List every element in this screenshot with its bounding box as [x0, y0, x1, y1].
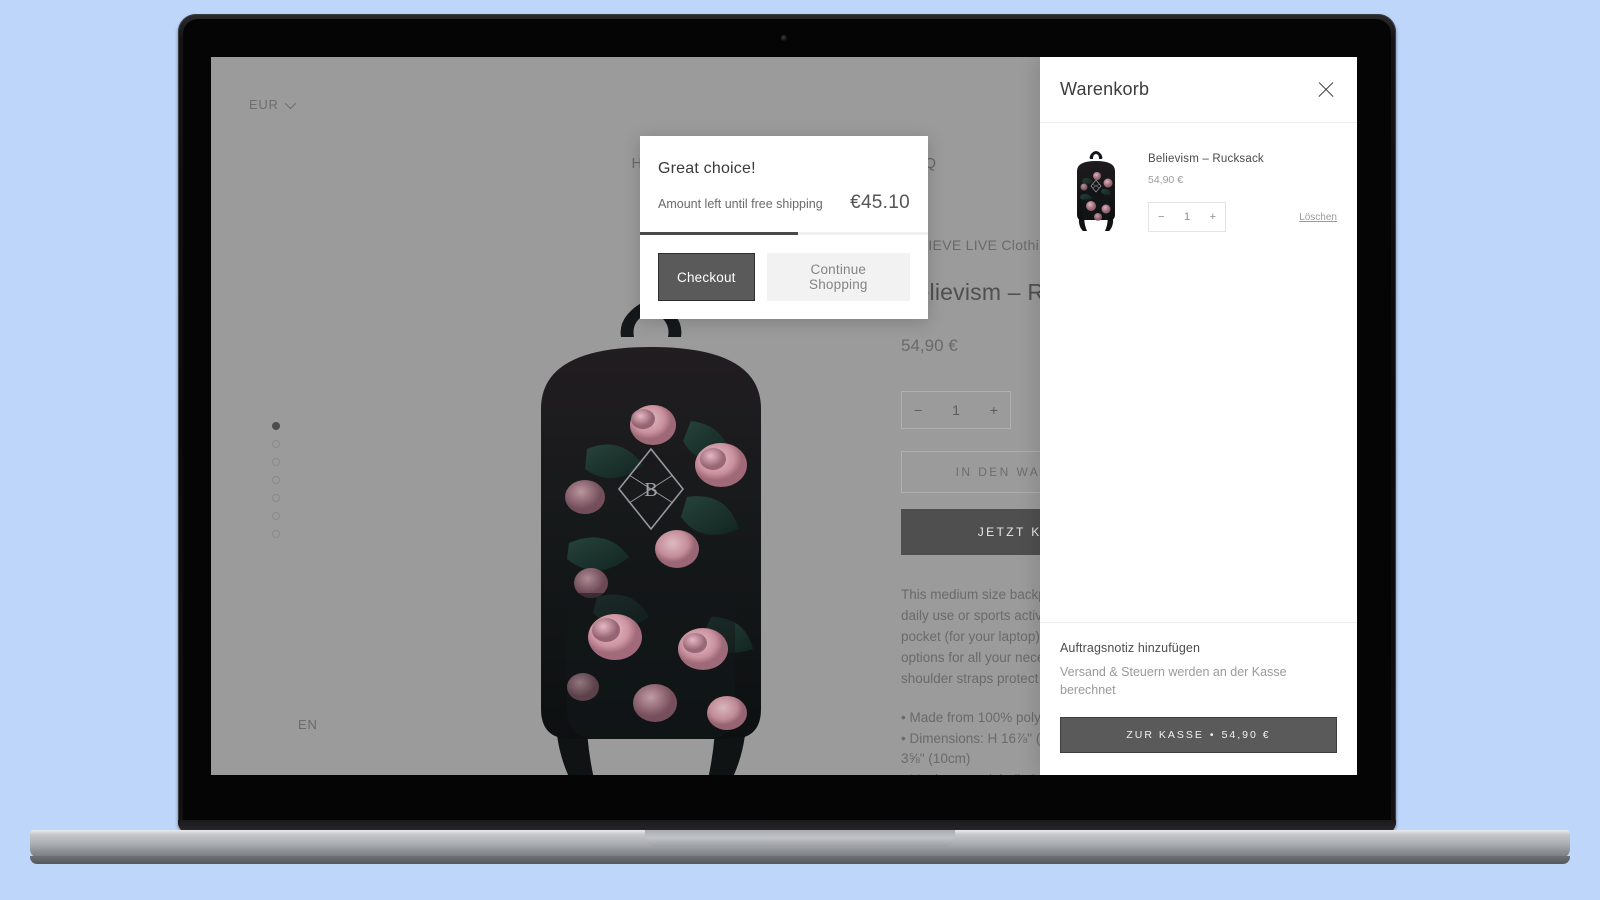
cart-drawer: Warenkorb Believism – Rucksack 54,90 € −…: [1040, 57, 1357, 775]
language-selector[interactable]: EN: [298, 717, 318, 732]
currency-selector[interactable]: EUR: [249, 97, 296, 112]
currency-label: EUR: [249, 97, 279, 112]
continue-shopping-button[interactable]: Continue Shopping: [766, 253, 910, 301]
carousel-dot[interactable]: [272, 458, 280, 466]
laptop-screen: EUR Hej FAQ: [211, 57, 1357, 775]
webcam-icon: [781, 35, 787, 41]
cart-quantity-stepper[interactable]: − 1 +: [1148, 202, 1226, 232]
checkout-button[interactable]: Checkout: [658, 253, 755, 301]
carousel-dots[interactable]: [272, 422, 280, 538]
free-shipping-label: Amount left until free shipping: [658, 197, 823, 211]
cart-item-controls: − 1 + Löschen: [1148, 202, 1337, 232]
cart-item: Believism – Rucksack 54,90 € − 1 + Lösch…: [1060, 145, 1337, 232]
cart-item-name[interactable]: Believism – Rucksack: [1148, 153, 1337, 165]
cart-item-thumbnail[interactable]: [1060, 145, 1132, 232]
modal-actions: Checkout Continue Shopping: [640, 235, 928, 319]
quantity-value: 1: [952, 402, 960, 418]
carousel-dot[interactable]: [272, 512, 280, 520]
cart-item-remove-link[interactable]: Löschen: [1299, 212, 1337, 223]
cart-header: Warenkorb: [1040, 57, 1357, 123]
free-shipping-amount: €45.10: [850, 192, 910, 213]
cart-checkout-total: 54,90 €: [1221, 729, 1271, 741]
cart-quantity-decrease-button[interactable]: −: [1158, 211, 1164, 223]
cart-checkout-separator: •: [1209, 729, 1216, 741]
quantity-increase-button[interactable]: +: [990, 402, 998, 418]
cart-footer: Auftragsnotiz hinzufügen Versand & Steue…: [1040, 621, 1357, 775]
carousel-dot[interactable]: [272, 440, 280, 448]
cart-quantity-increase-button[interactable]: +: [1210, 211, 1216, 223]
add-order-note-link[interactable]: Auftragsnotiz hinzufügen: [1060, 641, 1337, 655]
svg-text:B: B: [644, 479, 657, 501]
chevron-down-icon: [284, 97, 296, 109]
free-shipping-row: Amount left until free shipping €45.10: [640, 178, 928, 232]
laptop-mockup: EUR Hej FAQ: [0, 0, 1600, 900]
cart-item-price: 54,90 €: [1148, 174, 1184, 186]
backpack-thumbnail-graphic: [1077, 151, 1115, 232]
quantity-decrease-button[interactable]: −: [914, 402, 922, 418]
cart-items-list: Believism – Rucksack 54,90 € − 1 + Lösch…: [1040, 123, 1357, 622]
carousel-dot[interactable]: [272, 422, 280, 430]
cart-quantity-value: 1: [1183, 211, 1191, 223]
cart-item-details: Believism – Rucksack 54,90 € − 1 + Lösch…: [1148, 145, 1337, 232]
carousel-dot[interactable]: [272, 494, 280, 502]
great-choice-modal: Great choice! Amount left until free shi…: [640, 136, 928, 319]
laptop-base-notch: [645, 830, 955, 847]
shipping-tax-note: Versand & Steuern werden an der Kasse be…: [1060, 664, 1287, 697]
cart-title: Warenkorb: [1060, 79, 1150, 99]
cart-checkout-button[interactable]: ZUR KASSE • 54,90 €: [1060, 717, 1337, 753]
quantity-stepper[interactable]: − 1 +: [901, 391, 1011, 429]
laptop-foot: [30, 856, 1570, 864]
modal-heading: Great choice!: [658, 160, 756, 177]
carousel-dot[interactable]: [272, 530, 280, 538]
carousel-dot[interactable]: [272, 476, 280, 484]
close-icon[interactable]: [1315, 79, 1337, 101]
cart-checkout-label: ZUR KASSE: [1126, 729, 1204, 741]
